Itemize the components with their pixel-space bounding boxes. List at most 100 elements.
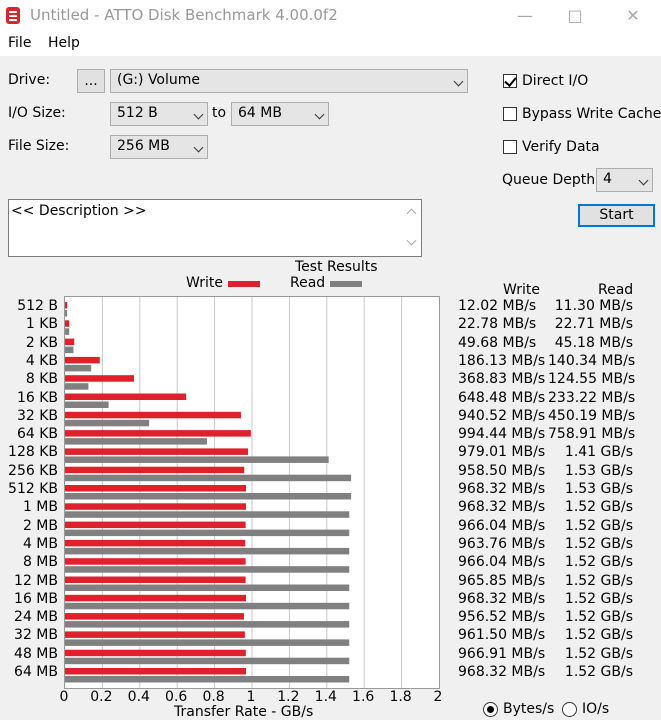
- write-result-value: 966.04 MB/s: [458, 554, 546, 571]
- io-per-sec-radio[interactable]: [562, 702, 577, 717]
- write-bar: [65, 521, 246, 529]
- write-result-value: 648.48 MB/s: [458, 389, 546, 406]
- x-tick-label: 1.4: [314, 689, 337, 705]
- read-legend-swatch: [330, 281, 362, 287]
- read-result-value: 450.19 MB/s: [548, 407, 636, 424]
- write-bar: [65, 411, 241, 419]
- x-tick-label: 0.4: [127, 689, 150, 705]
- row-label: 8 MB: [22, 554, 58, 571]
- read-bar: [65, 364, 92, 372]
- menu-bar: File Help: [0, 32, 661, 56]
- drive-select[interactable]: (G:) Volume: [110, 69, 468, 93]
- main-panel: Drive: ... (G:) Volume I/O Size: 512 B t…: [0, 56, 661, 720]
- maximize-button[interactable]: □: [560, 4, 590, 28]
- write-result-value: 965.85 MB/s: [458, 572, 546, 589]
- read-bar: [65, 657, 350, 665]
- x-tick-label: 1: [246, 689, 256, 705]
- menu-help[interactable]: Help: [48, 35, 80, 51]
- x-tick-label: 1.2: [277, 689, 300, 705]
- read-result-value: 1.52 GB/s: [564, 554, 633, 571]
- minimize-button[interactable]: —: [510, 4, 540, 28]
- write-bar: [65, 668, 247, 675]
- chevron-down-icon: [193, 109, 204, 120]
- row-label: 32 MB: [14, 627, 58, 644]
- row-label: 64 MB: [14, 664, 58, 680]
- window-title: Untitled - ATTO Disk Benchmark 4.00.0f2: [30, 6, 338, 24]
- read-result-value: 22.71 MB/s: [554, 316, 633, 333]
- row-label: 128 KB: [8, 444, 58, 461]
- drive-label: Drive:: [8, 72, 51, 88]
- read-bar: [65, 493, 352, 500]
- io-per-sec-label[interactable]: IO/s: [582, 701, 609, 717]
- file-size-label: File Size:: [8, 138, 70, 154]
- read-bar: [65, 310, 68, 317]
- scroll-down-icon[interactable]: [406, 235, 417, 246]
- read-result-value: 1.52 GB/s: [564, 499, 633, 516]
- verify-data-label[interactable]: Verify Data: [522, 139, 600, 155]
- write-result-value: 940.52 MB/s: [458, 407, 546, 424]
- browse-drive-button[interactable]: ...: [77, 69, 105, 93]
- write-result-value: 979.01 MB/s: [458, 444, 546, 461]
- row-label: 512 KB: [8, 481, 58, 497]
- read-result-value: 1.52 GB/s: [564, 664, 633, 680]
- write-result-value: 966.04 MB/s: [458, 517, 546, 534]
- read-bar: [65, 474, 352, 482]
- write-result-value: 49.68 MB/s: [458, 334, 537, 351]
- row-label: 8 KB: [25, 371, 58, 388]
- read-bar: [65, 511, 350, 518]
- queue-depth-select[interactable]: 4: [596, 168, 653, 192]
- write-bar: [65, 594, 247, 602]
- read-bar: [65, 438, 207, 445]
- io-size-to-label: to: [212, 105, 227, 121]
- verify-data-checkbox[interactable]: [503, 140, 517, 154]
- write-bar: [65, 613, 244, 620]
- menu-file[interactable]: File: [8, 35, 31, 51]
- bytes-per-sec-label[interactable]: Bytes/s: [503, 701, 554, 717]
- write-result-value: 963.76 MB/s: [458, 535, 546, 552]
- read-result-value: 140.34 MB/s: [548, 352, 636, 369]
- bypass-write-cache-label[interactable]: Bypass Write Cache: [522, 106, 661, 122]
- row-label: 64 KB: [16, 426, 58, 443]
- write-result-value: 12.02 MB/s: [458, 298, 537, 314]
- io-size-to-select[interactable]: 64 MB: [231, 102, 329, 126]
- write-bar: [65, 649, 246, 657]
- scroll-up-icon[interactable]: [406, 208, 417, 219]
- file-size-select[interactable]: 256 MB: [110, 135, 208, 159]
- read-result-value: 1.52 GB/s: [564, 609, 633, 626]
- read-result-value: 45.18 MB/s: [554, 334, 633, 351]
- io-size-from-select[interactable]: 512 B: [110, 102, 208, 126]
- write-bar: [65, 375, 135, 382]
- chevron-down-icon: [314, 109, 325, 120]
- io-size-to-value: 64 MB: [238, 105, 282, 121]
- write-bar: [65, 393, 187, 400]
- row-label: 512 B: [17, 298, 58, 314]
- bypass-write-cache-checkbox[interactable]: [503, 107, 517, 121]
- write-bar: [65, 558, 246, 565]
- direct-io-label[interactable]: Direct I/O: [522, 73, 588, 89]
- write-result-value: 958.50 MB/s: [458, 462, 546, 479]
- read-bar: [65, 639, 350, 646]
- write-result-value: 968.32 MB/s: [458, 481, 546, 497]
- x-tick-label: 2: [433, 689, 443, 705]
- direct-io-checkbox[interactable]: [503, 74, 517, 88]
- read-bar: [65, 401, 109, 408]
- read-bar: [65, 547, 350, 555]
- read-bar: [65, 328, 70, 335]
- start-button[interactable]: Start: [578, 204, 655, 227]
- close-button[interactable]: ✕: [618, 4, 648, 28]
- read-bar: [65, 383, 89, 390]
- x-tick-label: 0.8: [202, 689, 225, 705]
- bytes-per-sec-radio[interactable]: [483, 702, 498, 717]
- row-label: 12 MB: [14, 572, 58, 589]
- description-textarea[interactable]: << Description >>: [8, 199, 422, 257]
- read-bar: [65, 676, 350, 683]
- write-result-value: 961.50 MB/s: [458, 627, 546, 644]
- read-legend-label: Read: [290, 275, 326, 291]
- write-result-value: 186.13 MB/s: [458, 352, 546, 369]
- row-label: 256 KB: [8, 462, 58, 479]
- write-bar: [65, 302, 68, 309]
- x-tick-label: 0.2: [90, 689, 113, 705]
- row-label: 32 KB: [16, 407, 58, 424]
- read-bar: [65, 621, 350, 628]
- queue-depth-value: 4: [603, 171, 612, 187]
